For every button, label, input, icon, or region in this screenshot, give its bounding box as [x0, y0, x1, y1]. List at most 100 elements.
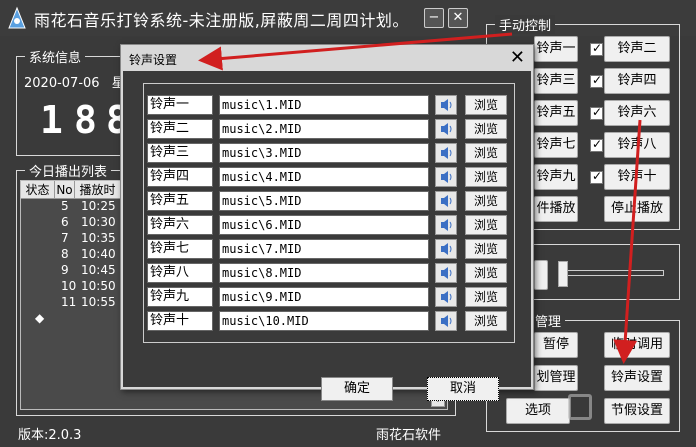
plan-manage-button[interactable]: 划管理	[534, 365, 578, 391]
column-status[interactable]: 状态	[21, 181, 55, 199]
version-label: 版本:2.0.3	[18, 428, 82, 443]
browse-button[interactable]: 浏览	[465, 119, 507, 139]
ring-path-field[interactable]: music\1.MID	[219, 95, 429, 115]
stop-play-button[interactable]: 停止播放	[604, 196, 670, 222]
cancel-button[interactable]: 取消	[427, 377, 499, 401]
manual-ring-button[interactable]: 铃声四	[604, 68, 670, 94]
speaker-icon[interactable]	[435, 215, 457, 235]
window-title: 雨花石音乐打铃系统-未注册版,屏蔽周二周四计划。	[34, 11, 409, 30]
ring-settings-button[interactable]: 铃声设置	[604, 365, 670, 391]
speaker-icon[interactable]	[435, 239, 457, 259]
ring-checkbox[interactable]	[590, 137, 603, 152]
ring-name-field[interactable]: 铃声三	[147, 143, 213, 163]
ring-name-field[interactable]: 铃声二	[147, 119, 213, 139]
ring-name-field[interactable]: 铃声六	[147, 215, 213, 235]
browse-button[interactable]: 浏览	[465, 239, 507, 259]
browse-button[interactable]: 浏览	[465, 167, 507, 187]
browse-button[interactable]: 浏览	[465, 95, 507, 115]
row-no: 8	[61, 247, 69, 261]
browse-button[interactable]: 浏览	[465, 143, 507, 163]
speaker-icon[interactable]	[435, 311, 457, 331]
row-time: 10:25	[81, 199, 116, 213]
row-no: 7	[61, 231, 69, 245]
speaker-icon[interactable]	[435, 167, 457, 187]
ring-checkbox[interactable]	[590, 169, 603, 184]
date-value: 2020-07-06	[24, 76, 100, 91]
speaker-icon[interactable]	[435, 263, 457, 283]
ring-path-field[interactable]: music\5.MID	[219, 191, 429, 211]
ring-name-field[interactable]: 铃声九	[147, 287, 213, 307]
column-no[interactable]: No	[55, 181, 75, 199]
ring-path-field[interactable]: music\3.MID	[219, 143, 429, 163]
volume-slider-thumb[interactable]	[558, 261, 568, 287]
speaker-icon[interactable]	[435, 143, 457, 163]
pause-button[interactable]: 暂停	[534, 332, 578, 358]
close-button[interactable]: ✕	[448, 8, 468, 28]
browse-button[interactable]: 浏览	[465, 191, 507, 211]
dialog-body: 铃声一 music\1.MID 浏览 铃声二 music\2.MID 浏览 铃声三 …	[123, 71, 531, 401]
watermark-logo	[568, 394, 592, 420]
ring-name-field[interactable]: 铃声七	[147, 239, 213, 259]
row-time: 10:55	[81, 295, 116, 309]
row-time: 10:45	[81, 263, 116, 277]
column-time[interactable]: 播放时	[75, 181, 121, 199]
row-no: 5	[61, 199, 69, 213]
ring-checkbox[interactable]	[590, 73, 603, 88]
minimize-button[interactable]: −	[424, 8, 444, 28]
ring-name-field[interactable]: 铃声五	[147, 191, 213, 211]
manual-ring-button[interactable]: 铃声七	[534, 132, 578, 158]
dialog-title: 铃声设置	[129, 53, 178, 67]
ring-settings-dialog: 铃声设置 ✕ 铃声一 music\1.MID 浏览 铃声二 music\2.MID…	[120, 44, 534, 401]
ring-checkbox[interactable]	[590, 41, 603, 56]
manual-ring-button[interactable]: 铃声八	[604, 132, 670, 158]
date-display: 2020-07-06 星	[24, 72, 125, 91]
manual-ring-button[interactable]: 铃声十	[604, 164, 670, 190]
ring-path-field[interactable]: music\7.MID	[219, 239, 429, 259]
clock-digit: 1	[40, 98, 63, 142]
temp-call-button[interactable]: 临时调用	[604, 332, 670, 358]
volume-button[interactable]	[534, 260, 548, 290]
row-time: 10:35	[81, 231, 116, 245]
system-info-title: 系统信息	[25, 47, 86, 66]
row-no: 6	[61, 215, 69, 229]
row-no: 9	[61, 263, 69, 277]
row-no: 11	[61, 295, 77, 309]
ring-name-field[interactable]: 铃声十	[147, 311, 213, 331]
manual-ring-button[interactable]: 铃声九	[534, 164, 578, 190]
ring-path-field[interactable]: music\10.MID	[219, 311, 429, 331]
ring-name-field[interactable]: 铃声八	[147, 263, 213, 283]
browse-button[interactable]: 浏览	[465, 263, 507, 283]
manual-ring-button[interactable]: 铃声六	[604, 100, 670, 126]
ring-name-field[interactable]: 铃声一	[147, 95, 213, 115]
browse-button[interactable]: 浏览	[465, 311, 507, 331]
play-file-button[interactable]: 件播放	[534, 196, 578, 222]
today-list-title: 今日播出列表	[25, 161, 112, 180]
speaker-icon[interactable]	[435, 119, 457, 139]
row-status: ◆	[35, 311, 45, 325]
browse-button[interactable]: 浏览	[465, 215, 507, 235]
ring-path-field[interactable]: music\2.MID	[219, 119, 429, 139]
app-logo-icon	[8, 6, 26, 29]
speaker-icon[interactable]	[435, 191, 457, 211]
speaker-icon[interactable]	[435, 95, 457, 115]
ring-path-field[interactable]: music\8.MID	[219, 263, 429, 283]
manual-ring-button[interactable]: 铃声二	[604, 36, 670, 62]
row-time: 10:50	[81, 279, 116, 293]
ring-checkbox[interactable]	[590, 105, 603, 120]
speaker-icon[interactable]	[435, 287, 457, 307]
holiday-settings-button[interactable]: 节假设置	[604, 398, 670, 424]
manual-ring-button[interactable]: 铃声一	[534, 36, 578, 62]
ring-path-field[interactable]: music\4.MID	[219, 167, 429, 187]
manual-ring-button[interactable]: 铃声五	[534, 100, 578, 126]
dialog-close-button[interactable]: ✕	[510, 47, 525, 68]
manual-ring-button[interactable]: 铃声三	[534, 68, 578, 94]
management-title: 管理	[531, 311, 566, 330]
ring-path-field[interactable]: music\9.MID	[219, 287, 429, 307]
ring-name-field[interactable]: 铃声四	[147, 167, 213, 187]
ring-path-field[interactable]: music\6.MID	[219, 215, 429, 235]
volume-slider-track[interactable]	[562, 270, 664, 276]
options-button[interactable]: 选项	[506, 398, 570, 424]
browse-button[interactable]: 浏览	[465, 287, 507, 307]
ok-button[interactable]: 确定	[321, 377, 393, 401]
company-label: 雨花石软件	[376, 428, 442, 443]
